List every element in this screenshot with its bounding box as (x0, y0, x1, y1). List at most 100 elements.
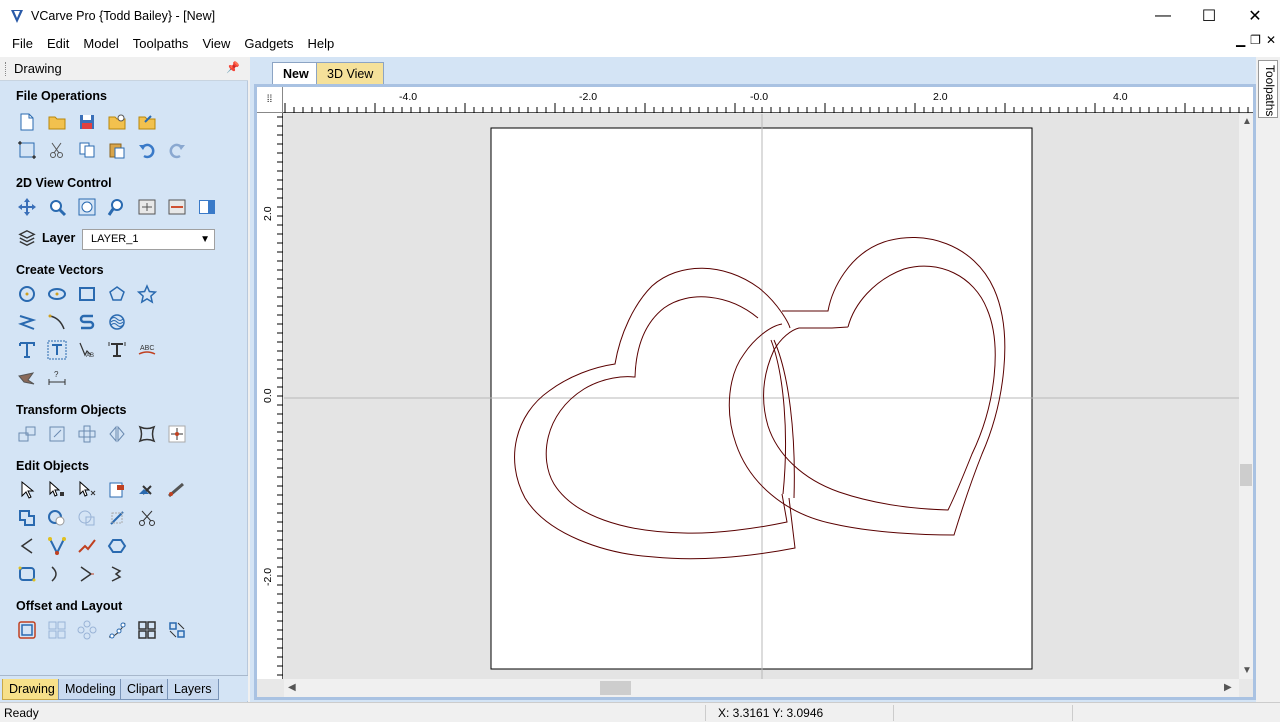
spiral-tool-icon[interactable] (106, 311, 128, 333)
scissors-icon[interactable] (136, 507, 158, 529)
select-arrow-icon[interactable] (16, 479, 38, 501)
new-file-icon[interactable] (16, 111, 38, 133)
redo-icon[interactable] (166, 139, 188, 161)
extend-icon[interactable] (46, 535, 68, 557)
arc-tool-icon[interactable] (76, 311, 98, 333)
mdi-minimize-button[interactable]: ▁ (1236, 33, 1245, 47)
move-icon[interactable] (16, 423, 38, 445)
tab-drawing[interactable]: Drawing (2, 679, 62, 700)
zoom-extents-icon[interactable] (76, 196, 98, 218)
tab-new[interactable]: New (272, 62, 320, 84)
interactive-select-icon[interactable] (76, 479, 98, 501)
import-vectors-icon[interactable] (136, 111, 158, 133)
toggle-3d-icon[interactable] (196, 196, 218, 218)
ellipse-tool-icon[interactable] (46, 283, 68, 305)
auto-layout-icon[interactable] (166, 619, 188, 641)
pin-icon[interactable]: 📌 (226, 61, 240, 74)
set-origin-icon[interactable] (166, 423, 188, 445)
rectangle-tool-icon[interactable] (76, 283, 98, 305)
menu-help[interactable]: Help (301, 31, 342, 57)
tab-clipart[interactable]: Clipart (120, 679, 171, 700)
draw-bitmap-icon[interactable] (16, 367, 38, 389)
view-pan-icon[interactable] (136, 196, 158, 218)
scale-icon[interactable] (46, 423, 68, 445)
node-edit-icon[interactable] (46, 479, 68, 501)
zoom-icon[interactable] (46, 196, 68, 218)
drawing-canvas[interactable] (284, 114, 1239, 679)
fillet-icon[interactable] (16, 535, 38, 557)
scroll-down-icon[interactable]: ▼ (1242, 665, 1252, 676)
layer-dropdown[interactable]: LAYER_1 ▼ (82, 229, 215, 250)
array-copy-icon[interactable] (46, 619, 68, 641)
menu-file[interactable]: File (5, 31, 40, 57)
tab-3d-view[interactable]: 3D View (316, 62, 385, 84)
close-button[interactable]: ✕ (1232, 0, 1278, 31)
tab-layers[interactable]: Layers (167, 679, 219, 700)
curve-tool-icon[interactable] (46, 311, 68, 333)
scroll-up-icon[interactable]: ▲ (1242, 116, 1252, 127)
circle-tool-icon[interactable] (16, 283, 38, 305)
copy-along-vector-icon[interactable] (106, 619, 128, 641)
delete-icon[interactable] (136, 479, 158, 501)
intersect-icon[interactable] (76, 507, 98, 529)
weld-icon[interactable] (16, 507, 38, 529)
vertical-scrollbar[interactable]: ▲ ▼ (1239, 114, 1253, 679)
distort-icon[interactable] (136, 423, 158, 445)
menu-model[interactable]: Model (76, 31, 125, 57)
measure-icon[interactable] (166, 479, 188, 501)
copy-icon[interactable] (76, 139, 98, 161)
menu-toolpaths[interactable]: Toolpaths (126, 31, 196, 57)
nesting-icon[interactable] (136, 619, 158, 641)
menu-gadgets[interactable]: Gadgets (237, 31, 300, 57)
dimension-tool-icon[interactable]: ? (46, 367, 68, 389)
subtract-icon[interactable] (46, 507, 68, 529)
break-curve-icon[interactable] (106, 563, 128, 585)
open-file-icon[interactable] (46, 111, 68, 133)
zoom-selection-icon[interactable] (106, 196, 128, 218)
view-fit-icon[interactable] (166, 196, 188, 218)
text-on-curve-icon[interactable]: AB (76, 339, 98, 361)
save-file-icon[interactable] (76, 111, 98, 133)
pan-icon[interactable] (16, 196, 38, 218)
polygon-tool-icon[interactable] (106, 283, 128, 305)
paste-icon[interactable] (106, 139, 128, 161)
open-recent-icon[interactable] (106, 111, 128, 133)
canvas-svg (284, 114, 1239, 679)
mirror-icon[interactable] (106, 423, 128, 445)
offset-icon[interactable] (16, 619, 38, 641)
file-ops-row-1 (16, 111, 158, 133)
ruler-corner-icon[interactable]: ⁞⁞ (257, 87, 283, 113)
toolpaths-tab[interactable]: Toolpaths (1258, 60, 1278, 118)
maximize-button[interactable]: ☐ (1186, 0, 1232, 31)
join-vectors-icon[interactable] (106, 535, 128, 557)
text-box-tool-icon[interactable] (46, 339, 68, 361)
align-icon[interactable] (76, 423, 98, 445)
trim-icon[interactable] (106, 507, 128, 529)
job-setup-icon[interactable] (16, 139, 38, 161)
cut-icon[interactable] (46, 139, 68, 161)
scroll-right-icon[interactable]: ▶ (1224, 682, 1232, 693)
auto-layout-text-icon[interactable] (106, 339, 128, 361)
horizontal-scrollbar[interactable]: ◀ ▶ (284, 679, 1239, 697)
curve-fit-icon[interactable] (46, 563, 68, 585)
minimize-button[interactable]: — (1140, 0, 1186, 31)
scroll-left-icon[interactable]: ◀ (288, 682, 296, 693)
offset-curve-icon[interactable] (76, 563, 98, 585)
mdi-restore-button[interactable]: ❐ (1250, 33, 1261, 47)
tab-modeling[interactable]: Modeling (58, 679, 123, 700)
undo-icon[interactable] (136, 139, 158, 161)
panel-grip[interactable] (5, 62, 8, 76)
horizontal-scroll-thumb[interactable] (600, 681, 631, 695)
text-tool-icon[interactable] (16, 339, 38, 361)
circular-array-icon[interactable] (76, 619, 98, 641)
mdi-close-button[interactable]: ✕ (1266, 33, 1276, 47)
menu-edit[interactable]: Edit (40, 31, 76, 57)
star-tool-icon[interactable] (136, 283, 158, 305)
bitmap-edit-icon[interactable] (106, 479, 128, 501)
menu-view[interactable]: View (195, 31, 237, 57)
polyline-tool-icon[interactable] (16, 311, 38, 333)
arc-text-icon[interactable]: ABC (136, 339, 158, 361)
smooth-icon[interactable] (76, 535, 98, 557)
close-vector-icon[interactable] (16, 563, 38, 585)
vertical-scroll-thumb[interactable] (1240, 464, 1252, 486)
